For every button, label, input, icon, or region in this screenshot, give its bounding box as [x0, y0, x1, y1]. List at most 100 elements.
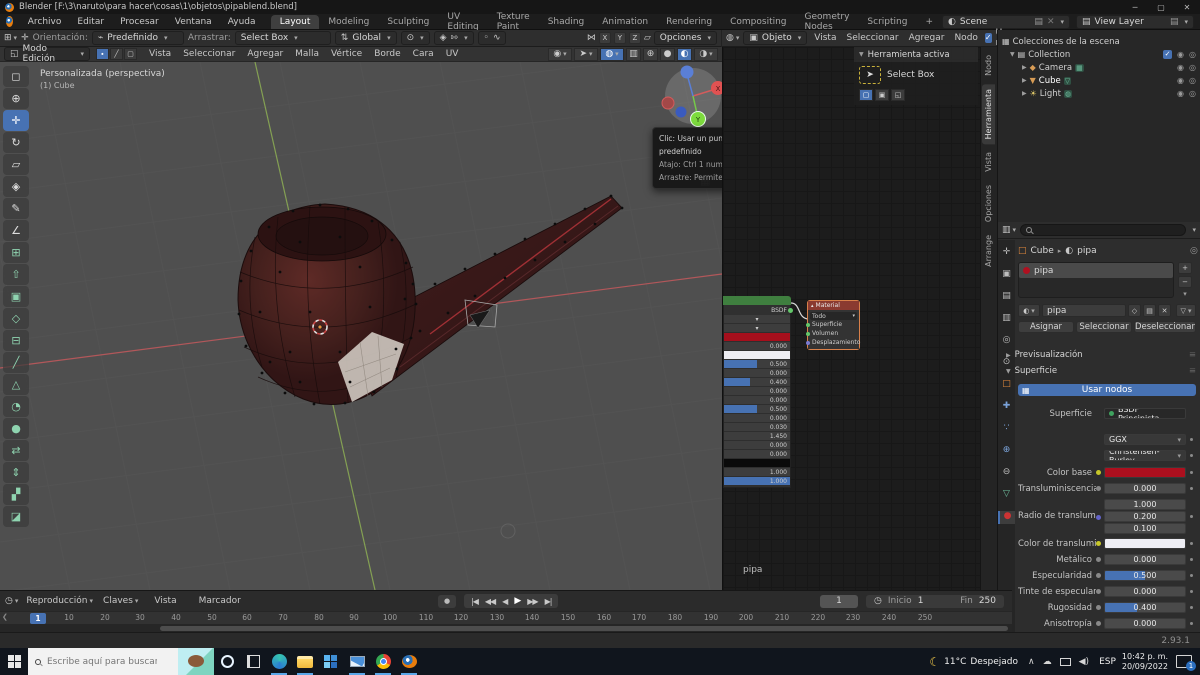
tab-opciones[interactable]: Opciones: [982, 180, 995, 227]
proportional-editing-toggle[interactable]: ◦∿: [478, 31, 507, 45]
overlays-dropdown-icon[interactable]: ◍: [600, 48, 624, 61]
radius-x-value[interactable]: 1.000: [1104, 499, 1186, 510]
bsdf-dropdown-2[interactable]: ▾: [724, 324, 790, 333]
edge-button[interactable]: [266, 648, 292, 675]
face-select-mode-button[interactable]: ▢: [124, 48, 137, 60]
collection-checkbox[interactable]: ✓: [1163, 50, 1172, 59]
tool-poly-build-icon[interactable]: △: [3, 374, 29, 395]
surface-section-header[interactable]: ▼Superficie ≡: [1006, 366, 1196, 376]
language-indicator[interactable]: ESP: [1099, 657, 1116, 667]
vp-menu-uv[interactable]: UV: [440, 49, 465, 59]
subsurface-method-dropdown[interactable]: Christensen-Burley: [1104, 450, 1186, 461]
options-dropdown[interactable]: Opciones: [654, 31, 717, 45]
tab-object-icon[interactable]: □: [998, 379, 1015, 392]
radius-y-value[interactable]: 0.200: [1104, 511, 1186, 522]
transform-orientation-dropdown[interactable]: ⇅Global: [335, 31, 397, 45]
tool-bevel-icon[interactable]: ◇: [3, 308, 29, 329]
tool-edge-slide-icon[interactable]: ⇄: [3, 440, 29, 461]
select-mode-extend-icon[interactable]: ▣: [875, 89, 889, 101]
shading-material-icon[interactable]: ◐: [677, 48, 692, 61]
tab-view-layer-icon[interactable]: ▥: [998, 313, 1015, 326]
tool-rip-region-icon[interactable]: ◪: [3, 506, 29, 527]
bsdf-principled-node[interactable]: BSDF ▾ ▾ 0.000 0.500 0.000 0.400 0.000 0…: [723, 296, 791, 488]
desplazamiento-socket[interactable]: [806, 341, 810, 345]
hide-eye-icon[interactable]: ◉: [1177, 50, 1184, 59]
roughness-slider[interactable]: 0.400: [1104, 602, 1186, 613]
gizmo-z-neg-axis[interactable]: [676, 107, 687, 118]
workspace-tab-compositing[interactable]: Compositing: [721, 15, 795, 29]
tab-physics-icon[interactable]: ⊕: [998, 445, 1015, 458]
expand-icon[interactable]: ▶: [1022, 64, 1027, 71]
scene-unlink-icon[interactable]: ✕: [1047, 17, 1055, 27]
network-icon[interactable]: [1060, 658, 1071, 666]
timeline-menu-claves[interactable]: Claves: [101, 596, 140, 606]
maximize-button[interactable]: ▢: [1148, 0, 1174, 14]
blender-menu-icon[interactable]: [6, 16, 13, 27]
use-nodes-button[interactable]: ▦ Usar nodos: [1018, 384, 1196, 396]
bsdf-value-row[interactable]: 0.000: [724, 450, 790, 459]
add-slot-button[interactable]: +: [1178, 262, 1192, 274]
notification-center-button[interactable]: 1: [1176, 655, 1192, 668]
node-menu-agregar[interactable]: Agregar: [906, 33, 948, 43]
expand-icon[interactable]: ▶: [1022, 90, 1027, 97]
tab-render-icon[interactable]: ▣: [998, 269, 1015, 282]
tool-rotate-icon[interactable]: ↻: [3, 132, 29, 153]
bsdf-value-row[interactable]: 0.000: [724, 369, 790, 378]
node-menu-nodo[interactable]: Nodo: [951, 33, 980, 43]
mirror-x-toggle[interactable]: X: [599, 32, 611, 44]
vp-menu-agregar[interactable]: Agregar: [241, 49, 289, 59]
close-button[interactable]: ✕: [1174, 0, 1200, 14]
mail-button[interactable]: [344, 648, 370, 675]
bsdf-value-row[interactable]: 0.000: [724, 387, 790, 396]
vp-menu-borde[interactable]: Borde: [368, 49, 406, 59]
menu-ventana[interactable]: Ventana: [167, 17, 220, 27]
tab-object-data-icon[interactable]: ▽: [998, 489, 1015, 502]
expand-icon[interactable]: ▶: [1022, 77, 1027, 84]
expand-icon[interactable]: ▼: [1010, 51, 1015, 58]
hide-eye-icon[interactable]: ◉: [1177, 63, 1184, 72]
next-keyframe-button[interactable]: ▶▶: [527, 597, 537, 606]
fake-user-shield-icon[interactable]: ◇: [1128, 304, 1141, 317]
bsdf-value-row[interactable]: 0.500: [724, 360, 790, 369]
shading-rendered-icon[interactable]: ◑: [694, 48, 718, 61]
volumen-socket[interactable]: [806, 332, 810, 336]
gizmos-dropdown-icon[interactable]: ➤: [574, 48, 598, 61]
outliner-row-cube[interactable]: ▶ ▼ Cube ▽ ◉◎: [998, 74, 1200, 87]
add-workspace-button[interactable]: +: [916, 15, 942, 29]
select-button[interactable]: Seleccionar: [1076, 321, 1132, 333]
mirror-z-toggle[interactable]: Z: [629, 32, 641, 44]
vp-menu-cara[interactable]: Cara: [407, 49, 440, 59]
navigation-gizmo[interactable]: X Y: [662, 66, 722, 127]
tab-arrange[interactable]: Arrange: [982, 230, 995, 272]
gizmo-z-axis[interactable]: [681, 66, 694, 79]
record-button[interactable]: ●: [438, 595, 456, 608]
bsdf-value-row[interactable]: 0.000: [724, 441, 790, 450]
unlink-material-icon[interactable]: ✕: [1158, 304, 1171, 317]
specular-tint-value[interactable]: 0.000: [1104, 586, 1186, 597]
shader-editor[interactable]: ▼ Herramienta activa ➤ Select Box ▢ ▣ ◱: [722, 47, 980, 590]
active-tool-panel-header[interactable]: ▼ Herramienta activa: [854, 47, 978, 62]
tab-nodo[interactable]: Nodo: [982, 50, 995, 81]
properties-editor-type-icon[interactable]: ▥: [1002, 225, 1016, 235]
select-box-tool-icon[interactable]: ➤: [859, 66, 881, 84]
vp-menu-vista[interactable]: Vista: [143, 49, 177, 59]
tool-add-cube-icon[interactable]: ⊞: [3, 242, 29, 263]
tool-measure-icon[interactable]: ∠: [3, 220, 29, 241]
render-camera-icon[interactable]: ◎: [1189, 76, 1196, 85]
tool-cursor-icon[interactable]: ⊕: [3, 88, 29, 109]
anisotropic-value[interactable]: 0.000: [1104, 618, 1186, 629]
bsdf-base-color-swatch[interactable]: [724, 333, 790, 342]
properties-search-input[interactable]: [1020, 224, 1186, 236]
material-name-field[interactable]: pipa: [1042, 304, 1126, 317]
preview-section-header[interactable]: ▶Previsualización ≡: [1006, 350, 1196, 360]
start-button[interactable]: [0, 648, 28, 675]
tray-cloud-icon[interactable]: ☁: [1043, 657, 1052, 667]
bsdf-emission-color-swatch[interactable]: [724, 459, 790, 468]
material-slot-active[interactable]: pipa: [1019, 263, 1173, 278]
panel-collapse-arrow[interactable]: ❮: [2, 613, 8, 621]
timeline-editor-type-icon[interactable]: ◷: [5, 596, 18, 606]
cortana-button[interactable]: [214, 648, 240, 675]
tool-smooth-icon[interactable]: ●: [3, 418, 29, 439]
taskbar-search-input[interactable]: [47, 657, 157, 667]
jump-to-end-button[interactable]: ▶|: [545, 597, 552, 606]
